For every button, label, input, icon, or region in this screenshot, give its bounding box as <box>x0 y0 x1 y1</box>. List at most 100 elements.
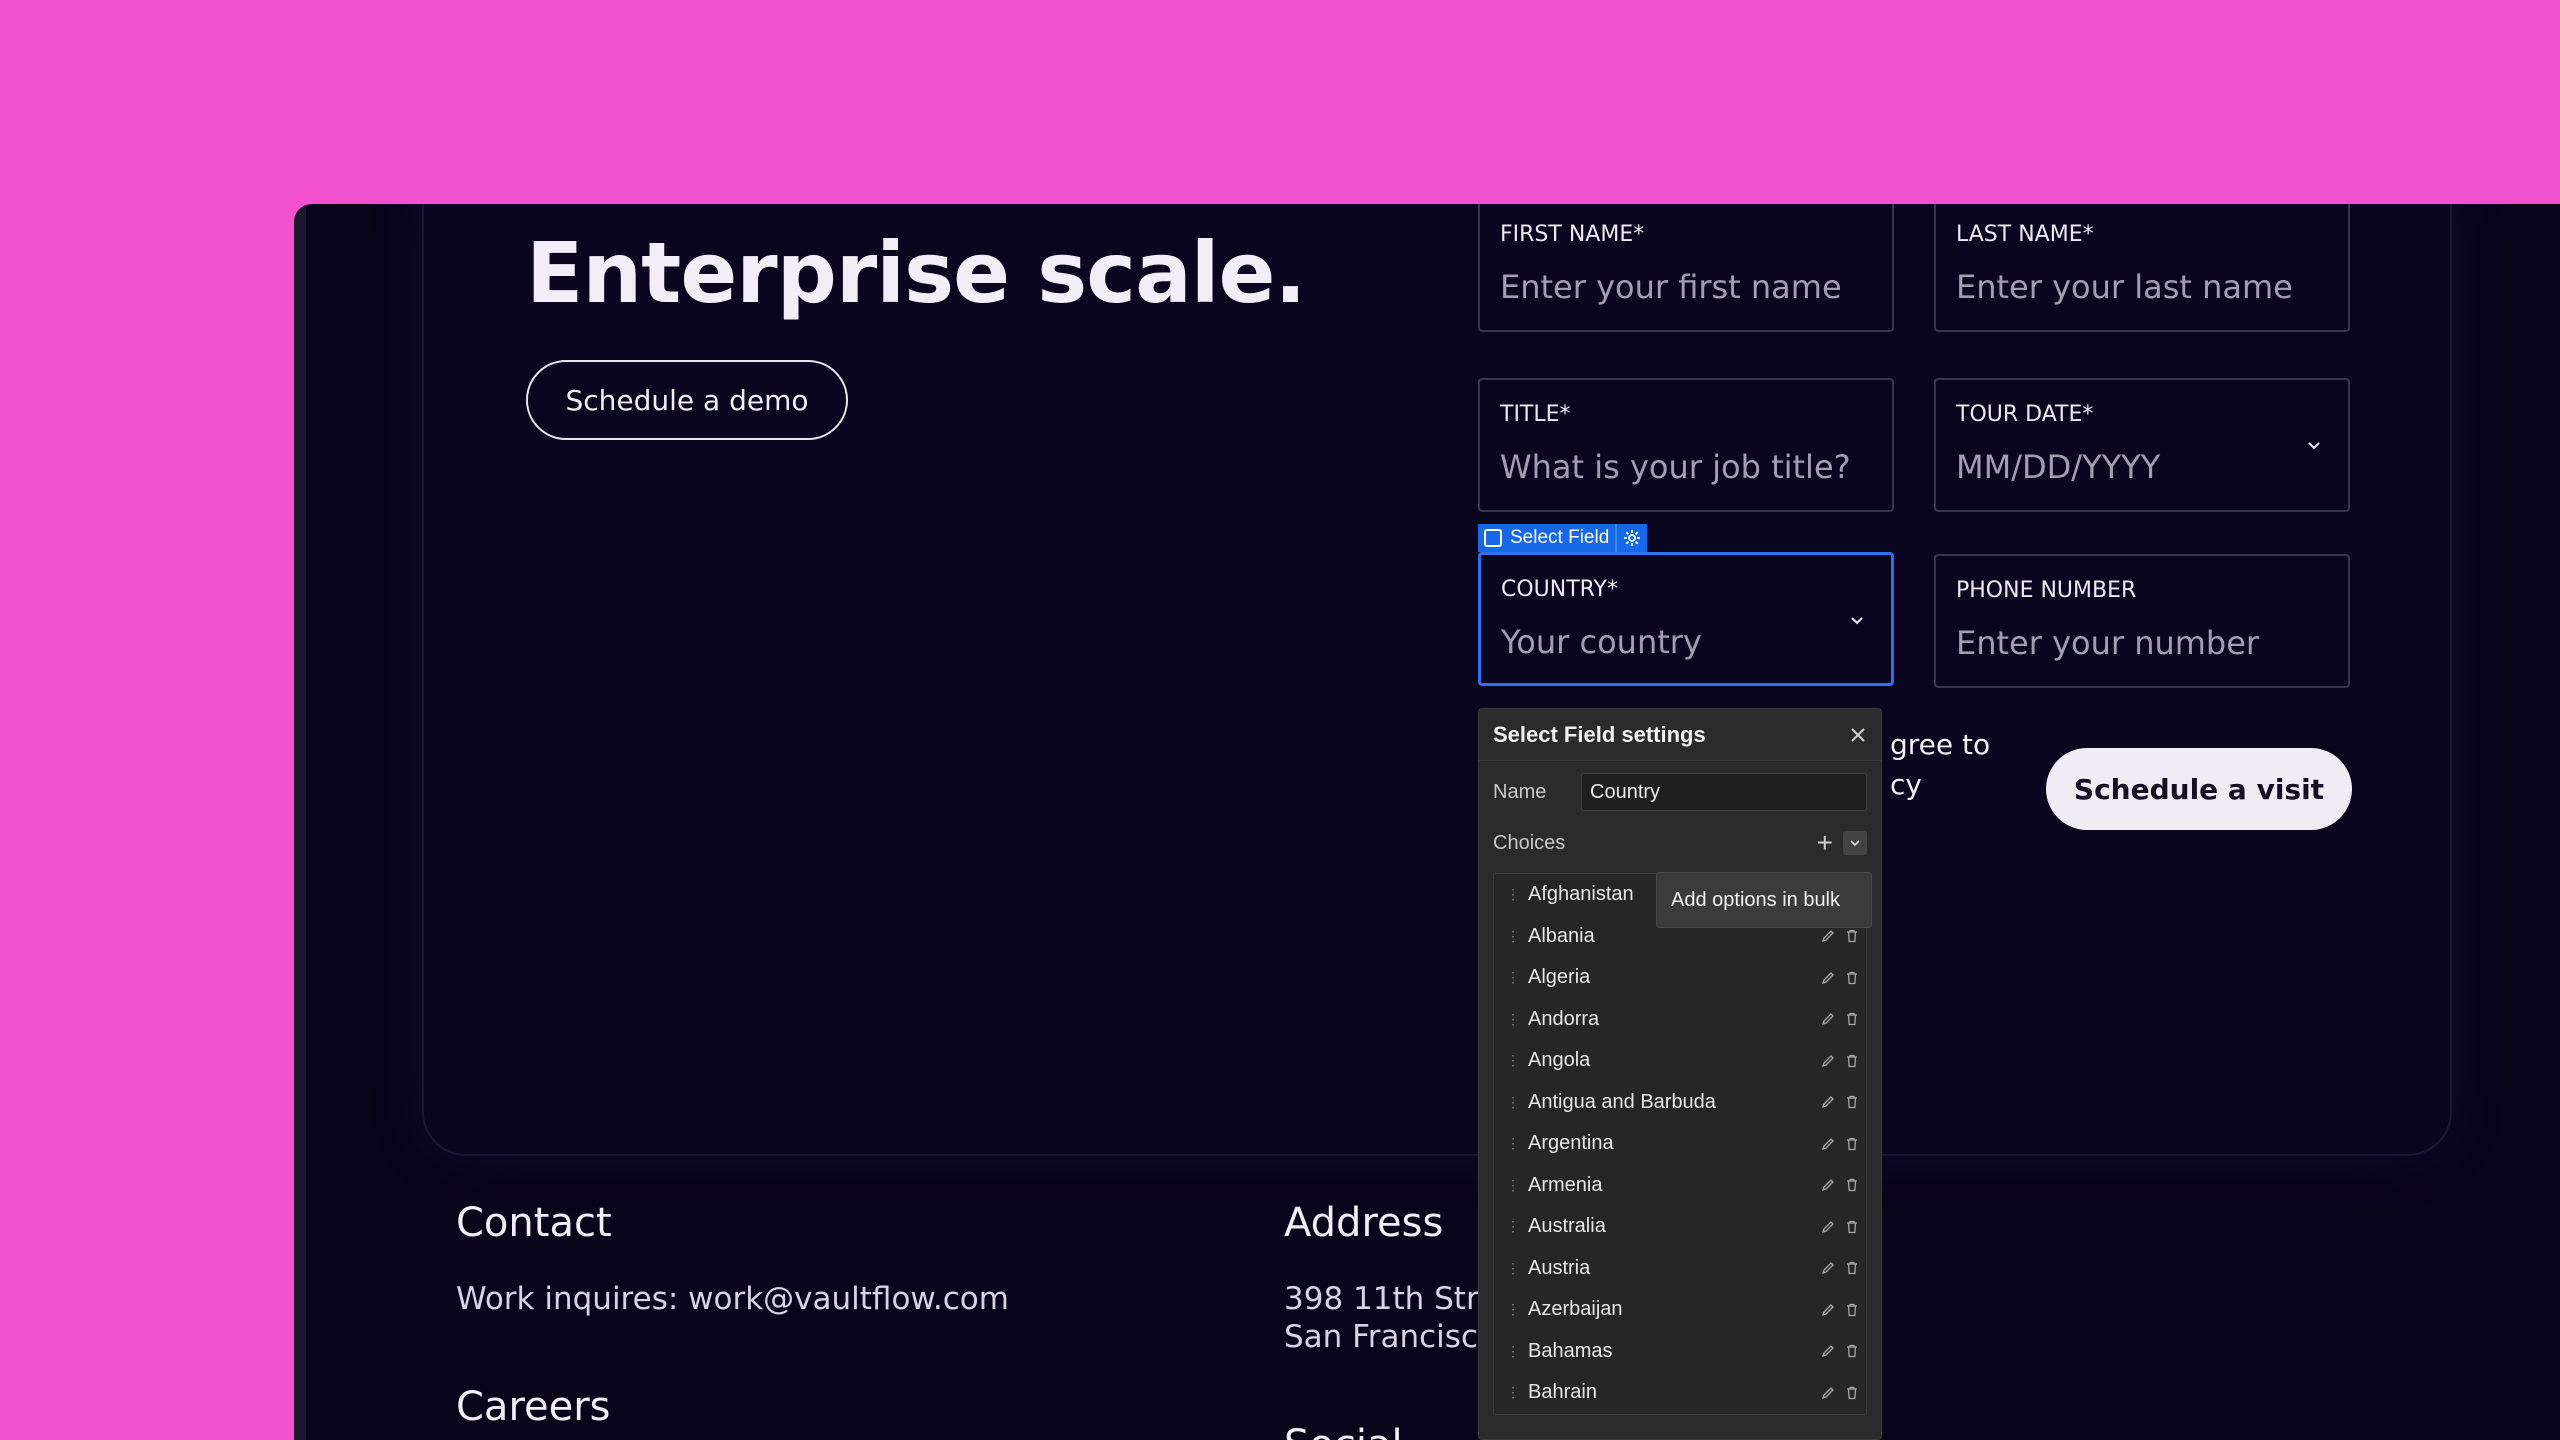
chevron-down-icon[interactable] <box>2304 436 2324 456</box>
drag-handle-icon[interactable]: ⋮ <box>1506 969 1520 986</box>
add-choice-icon[interactable]: + <box>1817 829 1833 857</box>
edit-icon[interactable] <box>1820 1094 1836 1110</box>
edit-icon[interactable] <box>1820 1260 1836 1276</box>
drag-handle-icon[interactable]: ⋮ <box>1506 1177 1520 1194</box>
edit-icon[interactable] <box>1820 970 1836 986</box>
drag-handle-icon[interactable]: ⋮ <box>1506 1301 1520 1318</box>
drag-handle-icon[interactable]: ⋮ <box>1506 1343 1520 1360</box>
more-options-button[interactable] <box>1843 831 1867 855</box>
trash-icon[interactable] <box>1844 1302 1860 1318</box>
choice-label: Angola <box>1528 1049 1591 1072</box>
panel-header: Select Field settings <box>1479 709 1881 761</box>
title-field[interactable]: TITLE* What is your job title? <box>1478 378 1894 512</box>
choice-item[interactable]: ⋮ Bahrain <box>1494 1372 1866 1414</box>
choice-item[interactable]: ⋮ Austria <box>1494 1248 1866 1290</box>
edit-icon[interactable] <box>1820 1343 1836 1359</box>
country-label: COUNTRY* <box>1501 577 1618 602</box>
choice-item[interactable]: ⋮ Armenia <box>1494 1165 1866 1207</box>
select-field-settings-panel: Select Field settings Name Country Choic… <box>1478 708 1882 1440</box>
trash-icon[interactable] <box>1844 1177 1860 1193</box>
choice-label: Azerbaijan <box>1528 1298 1623 1321</box>
trash-icon[interactable] <box>1844 1343 1860 1359</box>
drag-handle-icon[interactable]: ⋮ <box>1506 1135 1520 1152</box>
drag-handle-icon[interactable]: ⋮ <box>1506 886 1520 903</box>
first-name-field[interactable]: FIRST NAME* Enter your first name <box>1478 204 1894 332</box>
choice-label: Bahrain <box>1528 1381 1597 1404</box>
gear-icon[interactable] <box>1615 524 1648 552</box>
drag-handle-icon[interactable]: ⋮ <box>1506 1384 1520 1401</box>
trash-icon[interactable] <box>1844 1136 1860 1152</box>
close-icon[interactable] <box>1849 726 1867 744</box>
trash-icon[interactable] <box>1844 970 1860 986</box>
phone-field[interactable]: PHONE NUMBER Enter your number <box>1934 554 2350 688</box>
trash-icon[interactable] <box>1844 1053 1860 1069</box>
choice-item[interactable]: ⋮ Australia <box>1494 1206 1866 1248</box>
edit-icon[interactable] <box>1820 928 1836 944</box>
choice-label: Albania <box>1528 924 1595 947</box>
schedule-demo-button[interactable]: Schedule a demo <box>526 360 848 440</box>
first-name-label: FIRST NAME* <box>1500 222 1645 247</box>
drag-handle-icon[interactable]: ⋮ <box>1506 1094 1520 1111</box>
social-heading: Social <box>1284 1422 1403 1440</box>
first-name-placeholder: Enter your first name <box>1500 268 1842 306</box>
choice-label: Argentina <box>1528 1132 1614 1155</box>
edit-icon[interactable] <box>1820 1177 1836 1193</box>
choice-label: Bahamas <box>1528 1339 1613 1362</box>
drag-handle-icon[interactable]: ⋮ <box>1506 1052 1520 1069</box>
tour-date-label: TOUR DATE* <box>1956 402 2094 427</box>
drag-handle-icon[interactable]: ⋮ <box>1506 1218 1520 1235</box>
choice-item[interactable]: ⋮ Antigua and Barbuda <box>1494 1082 1866 1124</box>
choice-item[interactable]: ⋮ Argentina <box>1494 1123 1866 1165</box>
trash-icon[interactable] <box>1844 1219 1860 1235</box>
checkbox-icon <box>1484 529 1502 547</box>
name-row: Name Country <box>1479 761 1881 823</box>
edit-icon[interactable] <box>1820 1385 1836 1401</box>
choice-item[interactable]: ⋮ Andorra <box>1494 999 1866 1041</box>
trash-icon[interactable] <box>1844 1094 1860 1110</box>
chevron-down-icon <box>1850 840 1860 847</box>
chevron-down-icon[interactable] <box>1847 611 1867 631</box>
drag-handle-icon[interactable]: ⋮ <box>1506 928 1520 945</box>
choice-item[interactable]: ⋮ Azerbaijan <box>1494 1289 1866 1331</box>
trash-icon[interactable] <box>1844 928 1860 944</box>
drag-handle-icon[interactable]: ⋮ <box>1506 1011 1520 1028</box>
edit-icon[interactable] <box>1820 1136 1836 1152</box>
selected-element-tag[interactable]: Select Field <box>1478 524 1648 552</box>
schedule-visit-button[interactable]: Schedule a visit <box>2046 748 2352 830</box>
phone-placeholder: Enter your number <box>1956 624 2260 662</box>
choice-label: Algeria <box>1528 966 1591 989</box>
careers-heading: Careers <box>456 1384 611 1430</box>
name-label: Name <box>1493 780 1547 803</box>
hero-headline: Enterprise scale. <box>526 224 1306 322</box>
contact-text[interactable]: Work inquires: work@vaultflow.com <box>456 1280 1009 1318</box>
trash-icon[interactable] <box>1844 1385 1860 1401</box>
designer-canvas: Enterprise scale. Schedule a demo FIRST … <box>294 204 2560 1440</box>
edit-icon[interactable] <box>1820 1053 1836 1069</box>
panel-title: Select Field settings <box>1493 721 1706 747</box>
drag-handle-icon[interactable]: ⋮ <box>1506 1260 1520 1277</box>
tour-date-placeholder: MM/DD/YYYY <box>1956 448 2161 486</box>
choice-item[interactable]: ⋮ Algeria <box>1494 957 1866 999</box>
country-field[interactable]: COUNTRY* Your country <box>1478 552 1894 686</box>
tour-date-field[interactable]: TOUR DATE* MM/DD/YYYY <box>1934 378 2350 512</box>
choices-header: Choices + <box>1479 823 1881 863</box>
last-name-field[interactable]: LAST NAME* Enter your last name <box>1934 204 2350 332</box>
name-input[interactable]: Country <box>1581 773 1867 811</box>
agree-text-partial: gree to <box>1890 728 1991 761</box>
contact-heading: Contact <box>456 1200 612 1246</box>
title-label: TITLE* <box>1500 402 1571 427</box>
selected-element-label: Select Field <box>1510 527 1610 548</box>
edit-icon[interactable] <box>1820 1219 1836 1235</box>
country-placeholder: Your country <box>1501 623 1702 661</box>
choice-item[interactable]: ⋮ Angola <box>1494 1040 1866 1082</box>
choice-label: Austria <box>1528 1256 1591 1279</box>
edit-icon[interactable] <box>1820 1302 1836 1318</box>
last-name-placeholder: Enter your last name <box>1956 268 2293 306</box>
choice-label: Andorra <box>1528 1007 1600 1030</box>
bulk-add-tooltip: Add options in bulk <box>1656 872 1872 928</box>
address-line2: San Francisco <box>1284 1319 1497 1355</box>
edit-icon[interactable] <box>1820 1011 1836 1027</box>
choice-item[interactable]: ⋮ Bahamas <box>1494 1331 1866 1373</box>
trash-icon[interactable] <box>1844 1011 1860 1027</box>
trash-icon[interactable] <box>1844 1260 1860 1276</box>
